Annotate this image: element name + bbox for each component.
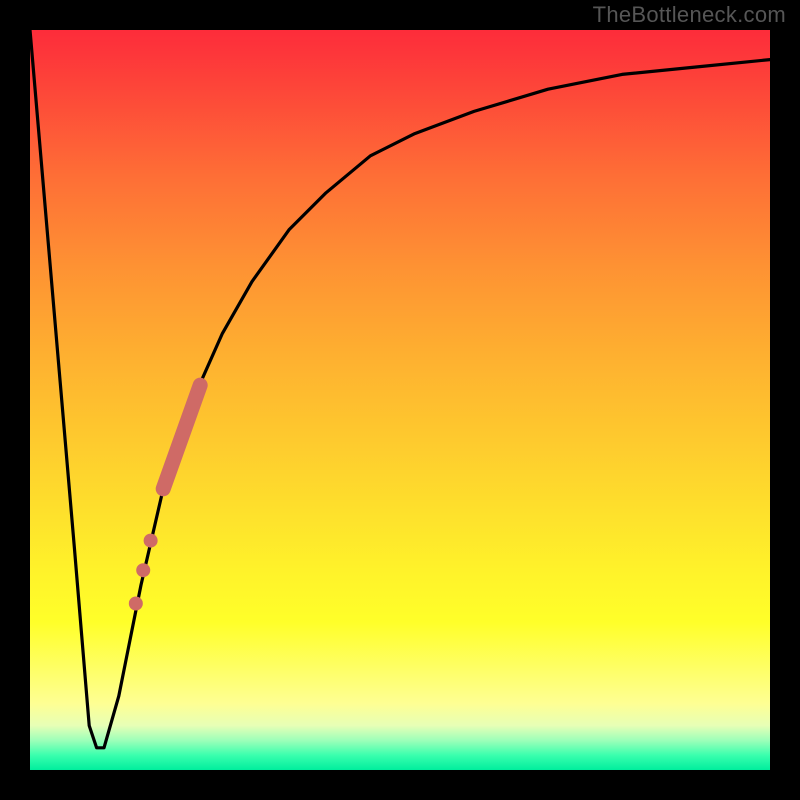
bottleneck-curve-path: [30, 30, 770, 748]
watermark-text: TheBottleneck.com: [593, 2, 786, 28]
highlight-segment: [163, 385, 200, 489]
highlight-dot: [144, 534, 158, 548]
plot-area: [30, 30, 770, 770]
highlight-dot: [129, 597, 143, 611]
curve-svg: [30, 30, 770, 770]
highlight-markers: [129, 385, 200, 610]
highlight-dot: [136, 563, 150, 577]
chart-frame: TheBottleneck.com: [0, 0, 800, 800]
